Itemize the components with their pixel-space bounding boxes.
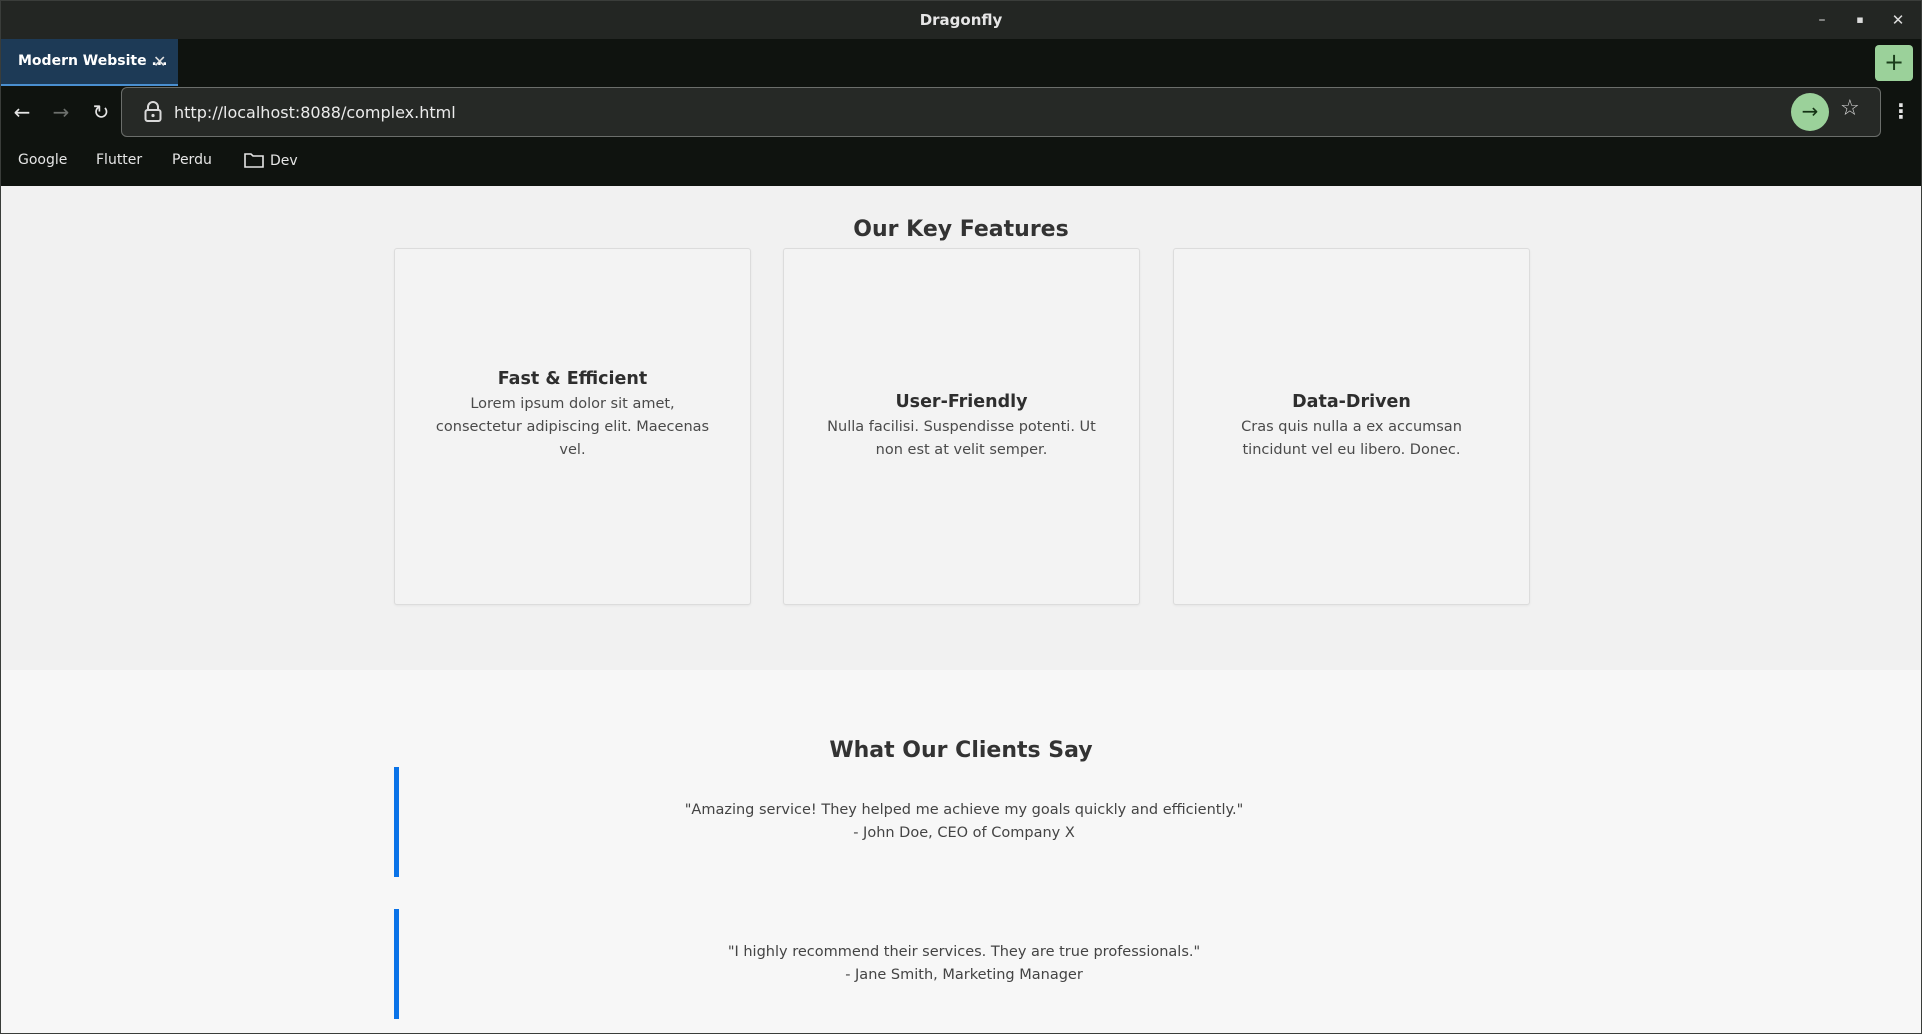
bookmark-perdu[interactable]: Perdu xyxy=(172,152,212,168)
testimonial-author: - Jane Smith, Marketing Manager xyxy=(845,967,1083,983)
back-arrow-icon[interactable]: ← xyxy=(9,99,35,125)
testimonial-quote: "Amazing service! They helped me achieve… xyxy=(394,767,1529,877)
testimonials-section: What Our Clients Say "Amazing service! T… xyxy=(1,670,1921,1033)
bookmark-flutter[interactable]: Flutter xyxy=(96,152,142,168)
bookmark-folder-dev[interactable]: Dev xyxy=(244,152,298,169)
bookmark-star-icon[interactable]: ☆ xyxy=(1840,96,1860,121)
maximize-button[interactable]: ▪ xyxy=(1849,9,1871,31)
tab-label: Modern Website ... xyxy=(18,53,168,69)
features-section: Our Key Features Fast & Efficient Lorem … xyxy=(1,186,1921,670)
feature-card-title: Data-Driven xyxy=(1292,391,1411,412)
testimonial-text: "Amazing service! They helped me achieve… xyxy=(684,802,1244,818)
address-bar[interactable]: http://localhost:8088/complex.html → ☆ xyxy=(121,87,1881,137)
url-input[interactable]: http://localhost:8088/complex.html xyxy=(174,103,456,122)
bookmark-dev-label: Dev xyxy=(270,153,298,169)
browser-window: Dragonfly – ▪ ✕ Modern Website ... ✕ + ←… xyxy=(0,0,1922,1034)
feature-card-text: Cras quis nulla a ex accumsan tincidunt … xyxy=(1241,418,1462,458)
feature-card-title: User-Friendly xyxy=(895,391,1028,412)
window-title: Dragonfly xyxy=(919,11,1003,29)
tab-strip: Modern Website ... ✕ + xyxy=(1,39,1921,86)
reload-icon[interactable]: ↻ xyxy=(88,99,114,125)
feature-card: Fast & Efficient Lorem ipsum dolor sit a… xyxy=(394,248,751,605)
tab-close-icon[interactable]: ✕ xyxy=(153,52,166,71)
features-heading: Our Key Features xyxy=(853,217,1069,242)
go-button[interactable]: → xyxy=(1791,93,1829,131)
feature-card-text: Nulla facilisi. Suspendisse potenti. Ut … xyxy=(827,418,1096,458)
bookmark-google[interactable]: Google xyxy=(18,152,67,168)
feature-card: Data-Driven Cras quis nulla a ex accumsa… xyxy=(1173,248,1530,605)
navigation-toolbar: ← → ↻ http://localhost:8088/complex.html… xyxy=(1,86,1921,138)
lock-icon xyxy=(144,101,162,123)
forward-arrow-icon[interactable]: → xyxy=(48,99,74,125)
menu-kebab-icon[interactable]: ⋮ xyxy=(1891,99,1911,123)
testimonial-author: - John Doe, CEO of Company X xyxy=(853,825,1075,841)
page-viewport: Our Key Features Fast & Efficient Lorem … xyxy=(1,186,1921,1033)
feature-card: User-Friendly Nulla facilisi. Suspendiss… xyxy=(783,248,1140,605)
bookmarks-bar: Google Flutter Perdu Dev xyxy=(1,138,1921,186)
feature-card-text: Lorem ipsum dolor sit amet, consectetur … xyxy=(435,396,710,458)
feature-card-title: Fast & Efficient xyxy=(497,369,648,389)
folder-icon xyxy=(244,152,264,168)
tab-modern-website[interactable]: Modern Website ... ✕ xyxy=(1,39,178,86)
close-window-button[interactable]: ✕ xyxy=(1887,9,1909,31)
testimonials-heading: What Our Clients Say xyxy=(829,738,1093,763)
new-tab-button[interactable]: + xyxy=(1875,45,1913,81)
testimonial-text: "I highly recommend their services. They… xyxy=(727,944,1201,960)
title-bar: Dragonfly – ▪ ✕ xyxy=(1,1,1921,39)
testimonial-quote: "I highly recommend their services. They… xyxy=(394,909,1529,1019)
minimize-button[interactable]: – xyxy=(1811,9,1833,31)
